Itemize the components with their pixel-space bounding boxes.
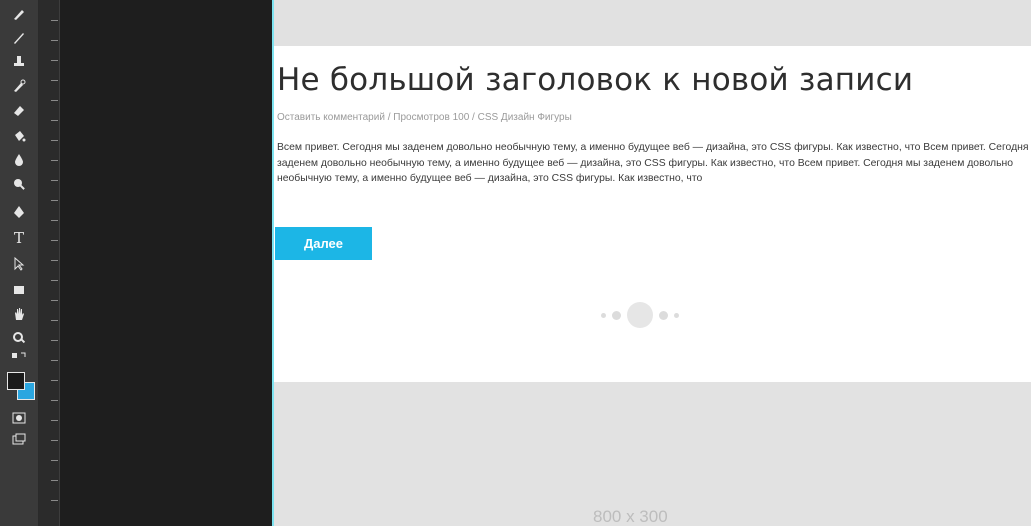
vertical-ruler [39, 0, 60, 526]
path-selection-icon[interactable] [6, 254, 32, 274]
quick-mask-icon[interactable] [6, 408, 32, 428]
swap-colors-icon[interactable] [6, 350, 32, 362]
post-title: Не большой заголовок к новой записи [277, 62, 914, 98]
paint-bucket-icon[interactable] [6, 126, 32, 146]
post-meta: Оставить комментарий / Просмотров 100 / … [277, 112, 572, 123]
hand-icon[interactable] [6, 304, 32, 324]
dodge-icon[interactable] [6, 174, 32, 194]
slider-dot-active [627, 302, 653, 328]
slider-dot [659, 310, 668, 320]
slider-dot [612, 310, 621, 320]
pen-icon[interactable] [6, 202, 32, 222]
screen-mode-icon[interactable] [6, 430, 32, 450]
post-excerpt: Всем привет. Сегодня мы заденем довольно… [277, 142, 1031, 184]
eraser-icon[interactable] [6, 100, 32, 120]
slider-dot [601, 312, 606, 318]
blur-icon[interactable] [6, 150, 32, 170]
slider-dots [601, 302, 679, 328]
read-more-button[interactable]: Далее [275, 227, 372, 260]
color-swatches[interactable] [7, 372, 35, 402]
image-size-label: 800 x 300 [593, 507, 668, 526]
guide-line[interactable] [272, 0, 274, 526]
rectangle-icon[interactable] [6, 280, 32, 300]
header-placeholder [273, 0, 1031, 46]
document-canvas[interactable]: Не большой заголовок к новой записи Оста… [273, 0, 1031, 526]
history-brush-icon[interactable] [6, 76, 32, 96]
slider-dot [674, 312, 679, 318]
brush-icon[interactable] [6, 4, 32, 24]
pasteboard [60, 0, 273, 526]
stamp-icon[interactable] [6, 52, 32, 72]
image-placeholder [273, 382, 1031, 526]
zoom-icon[interactable] [6, 328, 32, 348]
type-icon[interactable]: T [6, 228, 32, 248]
foreground-color-swatch[interactable] [7, 372, 25, 390]
tools-panel: T [0, 0, 39, 526]
pencil-icon[interactable] [6, 28, 32, 48]
